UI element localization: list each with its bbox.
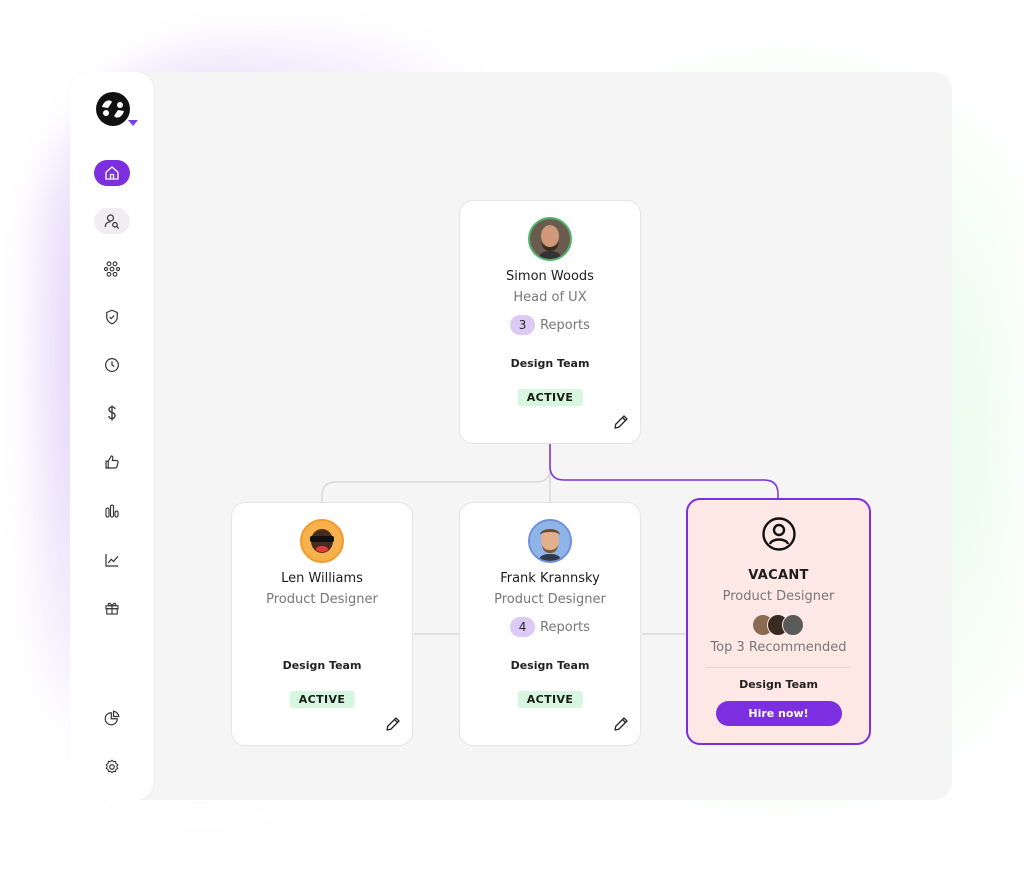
user-search-icon[interactable]: [94, 208, 130, 234]
line-chart-icon[interactable]: [94, 547, 130, 573]
employee-name: Simon Woods: [506, 269, 594, 284]
reports-count-badge: 4: [510, 617, 536, 637]
recommended-label: Top 3 Recommended: [710, 640, 847, 655]
user-circle-icon: [761, 517, 796, 551]
avatar: [528, 217, 572, 261]
connector-to-len: [321, 444, 551, 504]
reports-label: Reports: [540, 317, 590, 333]
connector-to-vacant: [549, 444, 779, 500]
reports-label: Reports: [540, 619, 590, 635]
employee-role: Product Designer: [266, 592, 378, 607]
reports-count[interactable]: 4 Reports: [460, 617, 640, 637]
clock-icon[interactable]: [94, 352, 130, 378]
team-label: Design Team: [510, 659, 590, 672]
status-badge: ACTIVE: [517, 691, 583, 708]
pencil-icon[interactable]: [612, 413, 630, 431]
vacant-position-card[interactable]: VACANT Product Designer Top 3 Recommende…: [686, 498, 871, 745]
team-label: Design Team: [510, 357, 590, 370]
employee-name: Frank Krannsky: [500, 571, 600, 586]
sidebar: [70, 72, 154, 800]
employee-role: Head of UX: [513, 290, 587, 305]
employee-name: Len Williams: [281, 571, 363, 586]
employee-card-len-williams[interactable]: Len Williams Product Designer Design Tea…: [231, 502, 413, 746]
vacant-title: VACANT: [748, 568, 809, 583]
settings-icon[interactable]: [94, 754, 130, 780]
pencil-icon[interactable]: [612, 715, 630, 733]
team-label: Design Team: [739, 678, 818, 691]
dollar-icon[interactable]: [94, 400, 130, 426]
reports-count[interactable]: 3 Reports: [460, 315, 640, 335]
pie-chart-icon[interactable]: [94, 705, 130, 731]
brand-logo-icon[interactable]: [94, 90, 132, 128]
reports-count-badge: 3: [510, 315, 536, 335]
gift-icon[interactable]: [94, 595, 130, 621]
recommended-avatars[interactable]: [751, 614, 806, 636]
divider: [706, 667, 851, 668]
shield-check-icon[interactable]: [94, 304, 130, 330]
status-badge: ACTIVE: [289, 691, 355, 708]
org-chart-icon[interactable]: [94, 256, 130, 282]
hire-now-button[interactable]: Hire now!: [715, 701, 842, 726]
home-icon[interactable]: [94, 160, 130, 186]
thumbs-up-icon[interactable]: [94, 449, 130, 475]
employee-card-frank-krannsky[interactable]: Frank Krannsky Product Designer 4 Report…: [459, 502, 641, 746]
status-badge: ACTIVE: [517, 389, 583, 406]
avatar: [781, 614, 804, 636]
employee-role: Product Designer: [494, 592, 606, 607]
team-label: Design Team: [282, 659, 362, 672]
vacant-role: Product Designer: [722, 589, 835, 604]
avatar: [300, 519, 344, 563]
app-window: Simon Woods Head of UX 3 Reports Design …: [70, 72, 952, 800]
chevron-down-icon[interactable]: [128, 120, 138, 126]
bar-chart-icon[interactable]: [94, 498, 130, 524]
manager-card[interactable]: Simon Woods Head of UX 3 Reports Design …: [459, 200, 641, 444]
pencil-icon[interactable]: [384, 715, 402, 733]
avatar: [528, 519, 572, 563]
